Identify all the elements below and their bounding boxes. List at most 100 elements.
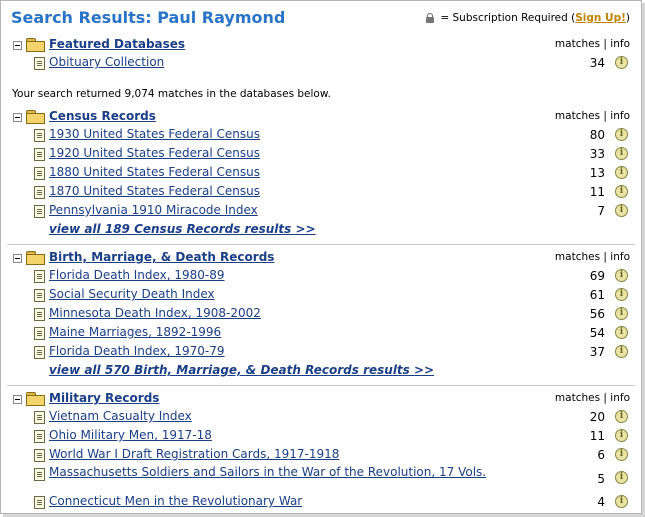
database-link[interactable]: Maine Marriages, 1892-1996 (49, 325, 221, 339)
results-summary: Your search returned 9,074 matches in th… (12, 88, 331, 100)
info-icon[interactable]: i (615, 204, 628, 217)
matches-label: matches (554, 392, 601, 404)
collapse-toggle-icon[interactable] (13, 113, 22, 122)
collapse-toggle-icon[interactable] (13, 254, 22, 263)
header-separator: | (603, 392, 607, 404)
info-icon[interactable]: i (615, 495, 628, 508)
matches-label: matches (554, 110, 601, 122)
match-count: 4 (597, 495, 605, 509)
document-icon (34, 327, 45, 340)
database-link[interactable]: Obituary Collection (49, 55, 164, 69)
section-header: Census Records matches | info (13, 109, 630, 127)
database-link[interactable]: 1870 United States Federal Census (49, 184, 260, 198)
list-item: Ohio Military Men, 1917-18 11 i (13, 428, 630, 447)
match-count: 34 (589, 56, 605, 70)
database-link[interactable]: Florida Death Index, 1970-79 (49, 344, 225, 358)
database-link[interactable]: Pennsylvania 1910 Miracode Index (49, 203, 258, 217)
folder-icon (26, 251, 45, 265)
document-icon (34, 57, 45, 70)
info-icon[interactable]: i (615, 56, 628, 69)
view-all-row: view all 570 Birth, Marriage, & Death Re… (13, 363, 630, 382)
document-icon (34, 430, 45, 443)
database-link[interactable]: 1880 United States Federal Census (49, 165, 260, 179)
match-count: 5 (597, 472, 605, 486)
list-item: 1870 United States Federal Census 11 i (13, 184, 630, 203)
folder-icon (26, 110, 45, 124)
view-all-row: view all 189 Census Records results >> (13, 222, 630, 241)
subscription-close: ) (625, 12, 630, 24)
database-link[interactable]: Social Security Death Index (49, 287, 215, 301)
view-all-census-link[interactable]: view all 189 Census Records results >> (49, 222, 316, 236)
section-title-bmd[interactable]: Birth, Marriage, & Death Records (49, 250, 274, 264)
info-icon[interactable]: i (615, 345, 628, 358)
document-icon (34, 289, 45, 302)
info-icon[interactable]: i (615, 166, 628, 179)
info-icon[interactable]: i (615, 410, 628, 423)
document-icon (34, 468, 45, 481)
document-icon (34, 449, 45, 462)
folder-icon (26, 38, 45, 52)
info-icon[interactable]: i (615, 147, 628, 160)
match-count: 11 (589, 185, 605, 199)
military-section: Military Records matches | info Vietnam … (13, 391, 630, 513)
section-title-census[interactable]: Census Records (49, 109, 156, 123)
document-icon (34, 205, 45, 218)
database-link[interactable]: Minnesota Death Index, 1908-2002 (49, 306, 261, 320)
list-item: Maine Marriages, 1892-1996 54 i (13, 325, 630, 344)
info-label: info (610, 38, 630, 50)
match-count: 80 (589, 128, 605, 142)
database-link[interactable]: World War I Draft Registration Cards, 19… (49, 447, 339, 461)
database-link[interactable]: Connecticut Men in the Revolutionary War (49, 494, 302, 508)
subscription-text: = Subscription Required ( (440, 12, 576, 24)
document-icon (34, 346, 45, 359)
match-count: 6 (597, 448, 605, 462)
match-count: 33 (589, 147, 605, 161)
database-link[interactable]: Ohio Military Men, 1917-18 (49, 428, 212, 442)
section-title-featured[interactable]: Featured Databases (49, 37, 185, 51)
info-icon[interactable]: i (615, 128, 628, 141)
database-link[interactable]: Vietnam Casualty Index (49, 409, 192, 423)
section-header: Featured Databases matches | info (13, 37, 630, 55)
document-icon (34, 148, 45, 161)
database-link[interactable]: 1930 United States Federal Census (49, 127, 260, 141)
sign-up-link[interactable]: Sign Up! (575, 12, 626, 24)
list-item: Massachusetts Soldiers and Sailors in th… (13, 466, 630, 494)
matches-info-header: matches | info (555, 392, 630, 404)
collapse-toggle-icon[interactable] (13, 395, 22, 404)
section-title-military[interactable]: Military Records (49, 391, 159, 405)
match-count: 54 (589, 326, 605, 340)
database-link[interactable]: 1920 United States Federal Census (49, 146, 260, 160)
list-item: Florida Death Index, 1970-79 37 i (13, 344, 630, 363)
database-link[interactable]: Massachusetts Soldiers and Sailors in th… (49, 466, 489, 479)
page-title: Search Results: Paul Raymond (11, 8, 286, 27)
document-icon (34, 129, 45, 142)
list-item: Obituary Collection 34 i (13, 55, 630, 74)
subscription-legend: = Subscription Required (Sign Up!) (426, 12, 630, 24)
info-icon[interactable]: i (615, 307, 628, 320)
matches-info-header: matches | info (555, 38, 630, 50)
document-icon (34, 270, 45, 283)
info-label: info (610, 392, 630, 404)
document-icon (34, 186, 45, 199)
database-link[interactable]: Florida Death Index, 1980-89 (49, 268, 225, 282)
match-count: 69 (589, 269, 605, 283)
document-icon (34, 496, 45, 509)
info-label: info (610, 110, 630, 122)
view-all-bmd-link[interactable]: view all 570 Birth, Marriage, & Death Re… (49, 363, 434, 377)
matches-label: matches (554, 38, 601, 50)
info-icon[interactable]: i (615, 326, 628, 339)
section-divider (7, 244, 635, 245)
header-separator: | (603, 251, 607, 263)
matches-info-header: matches | info (555, 251, 630, 263)
info-icon[interactable]: i (615, 429, 628, 442)
match-count: 11 (589, 429, 605, 443)
matches-info-header: matches | info (555, 110, 630, 122)
info-icon[interactable]: i (615, 288, 628, 301)
collapse-toggle-icon[interactable] (13, 41, 22, 50)
info-icon[interactable]: i (615, 269, 628, 282)
list-item: 1920 United States Federal Census 33 i (13, 146, 630, 165)
info-icon[interactable]: i (615, 471, 628, 484)
list-item: Florida Death Index, 1980-89 69 i (13, 268, 630, 287)
info-icon[interactable]: i (615, 448, 628, 461)
info-icon[interactable]: i (615, 185, 628, 198)
